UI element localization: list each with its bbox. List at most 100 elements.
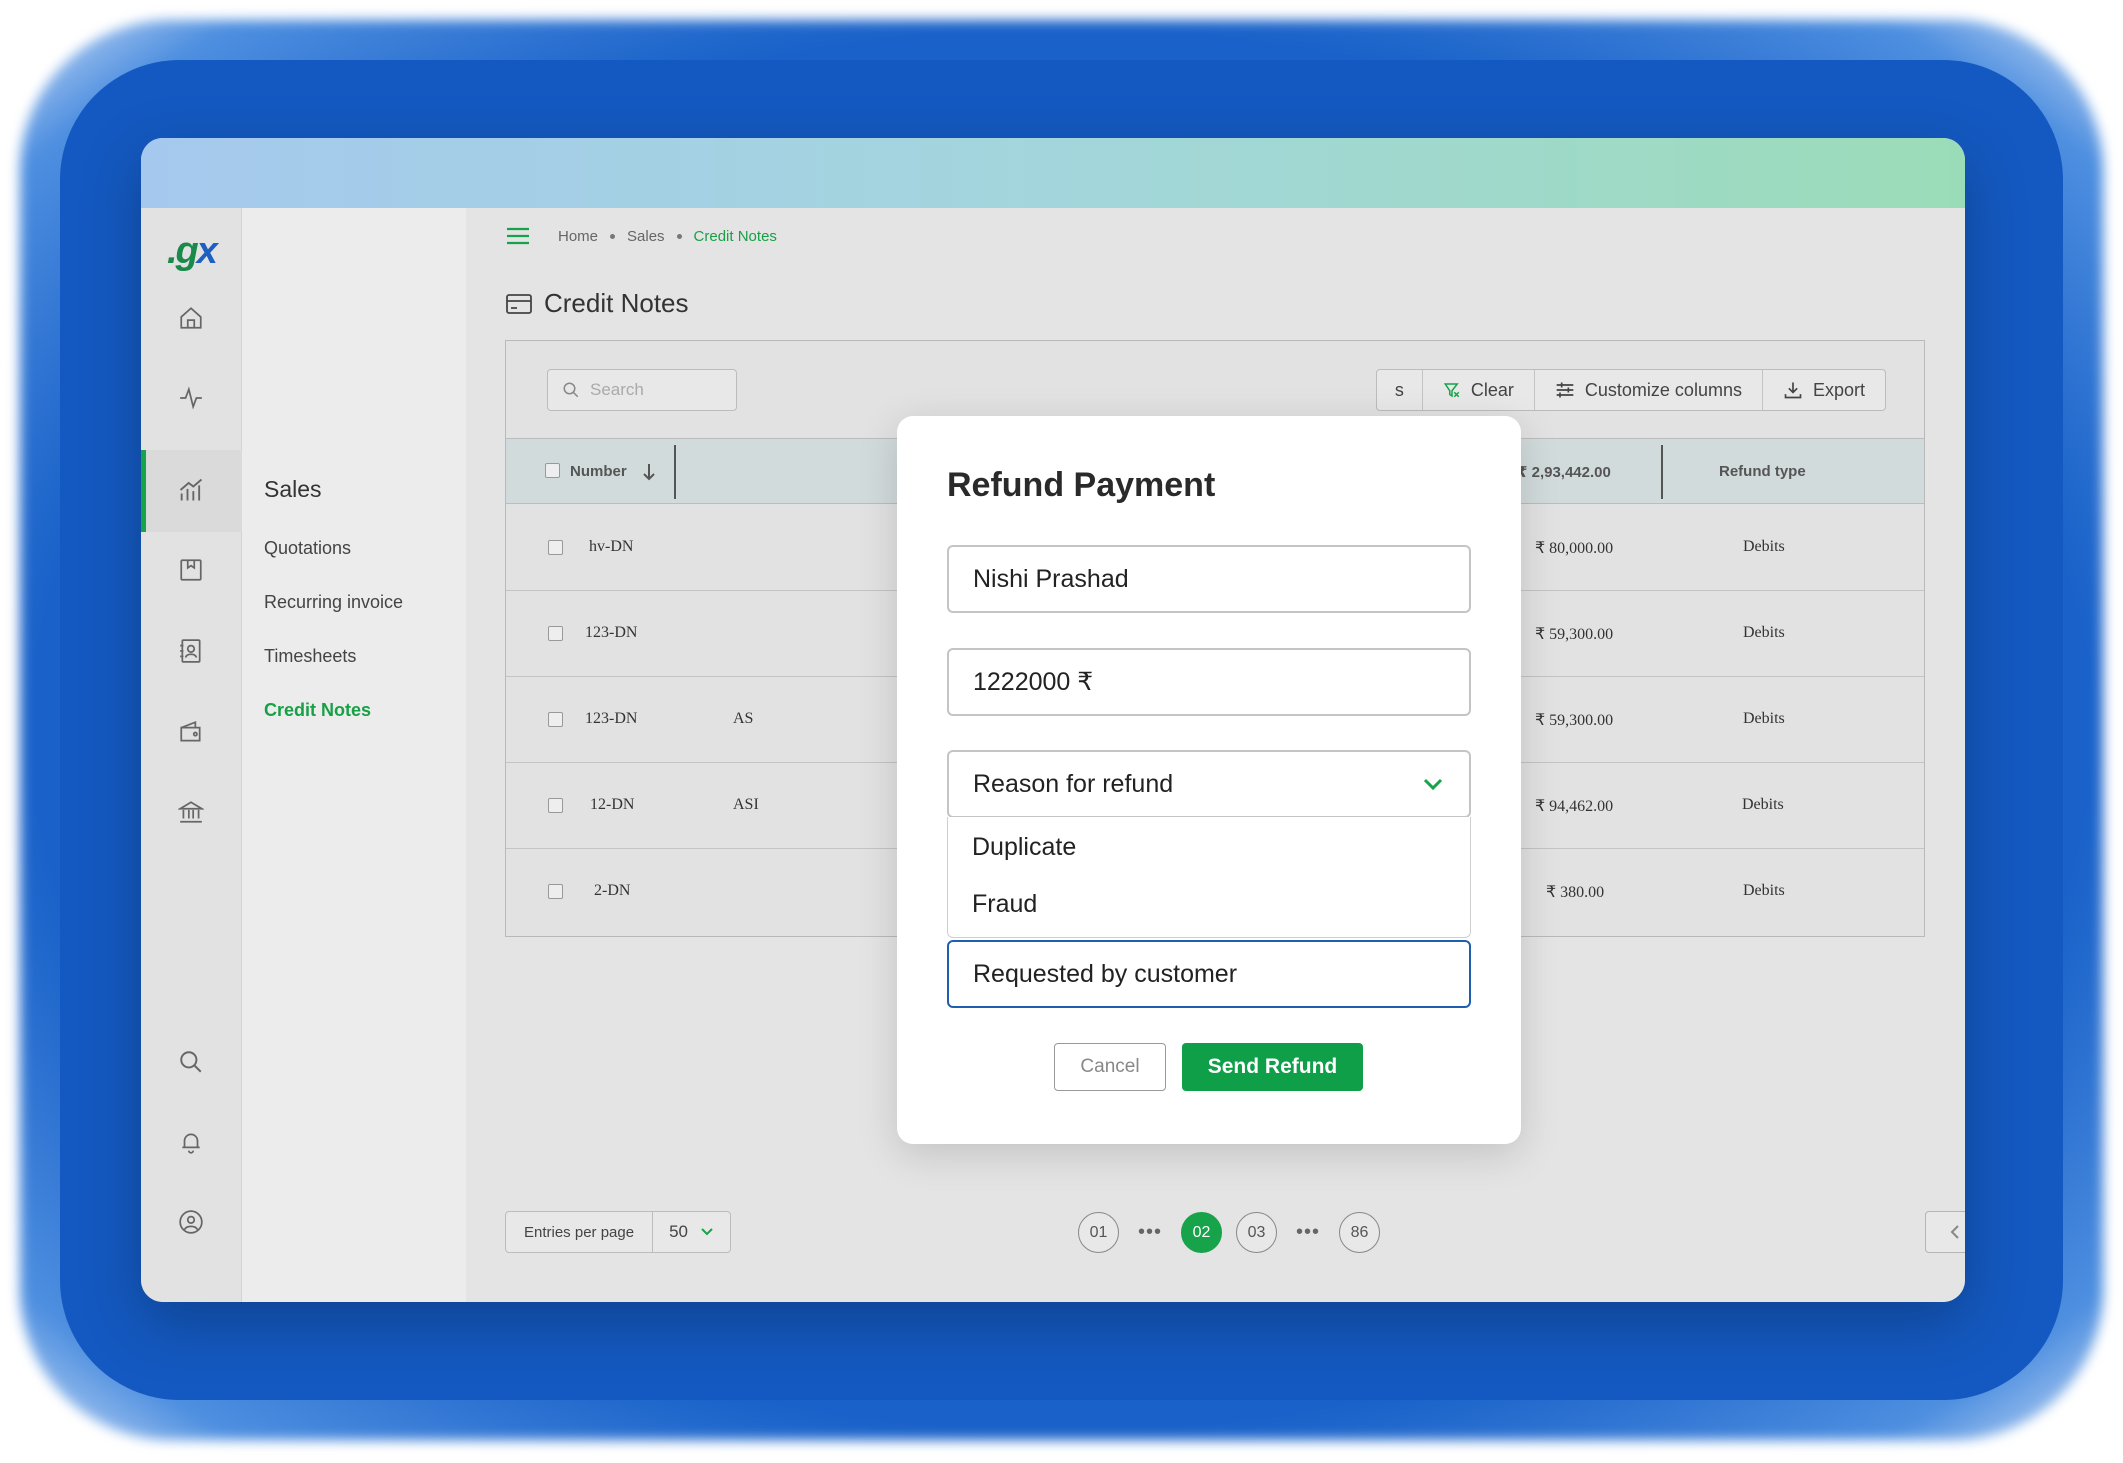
row-checkbox[interactable] <box>548 712 563 727</box>
filters-button[interactable]: s <box>1377 370 1422 410</box>
bank-icon[interactable] <box>171 792 211 832</box>
subnav-item-timesheets[interactable]: Timesheets <box>264 646 356 667</box>
page-title: Credit Notes <box>506 288 689 319</box>
page-ellipsis: ••• <box>1295 1221 1320 1243</box>
cell-number: 12-DN <box>590 796 635 813</box>
row-checkbox[interactable] <box>548 626 563 641</box>
subnav-item-credit-notes[interactable]: Credit Notes <box>264 700 371 721</box>
refund-payment-modal: Refund Payment Nishi Prashad 1222000 ₹ R… <box>897 416 1521 1144</box>
name-field[interactable]: Nishi Prashad <box>947 545 1471 613</box>
page-button-current[interactable]: 02 <box>1181 1212 1222 1253</box>
clear-filter-icon <box>1443 383 1460 398</box>
reason-dropdown: Duplicate Fraud <box>947 817 1471 938</box>
reason-placeholder: Reason for refund <box>973 769 1174 798</box>
cell-amount: ₹ 80,000.00 <box>1535 540 1614 557</box>
box-icon[interactable] <box>171 550 211 590</box>
page-title-text: Credit Notes <box>544 288 689 318</box>
column-refund-type[interactable]: Refund type <box>1719 463 1806 480</box>
page-button[interactable]: 01 <box>1078 1212 1119 1253</box>
cell-amount: ₹ 380.00 <box>1546 884 1605 901</box>
cell-refund-type: Debits <box>1742 796 1784 813</box>
cell-number: 123-DN <box>585 624 638 641</box>
send-refund-button[interactable]: Send Refund <box>1182 1043 1363 1091</box>
cell-refund-type: Debits <box>1743 882 1785 899</box>
cell-customer-partial: AS <box>733 710 754 727</box>
chevron-left-icon <box>1950 1225 1959 1239</box>
app-window: .gx Sales Quotations Recurring invoice T… <box>141 138 1965 1302</box>
bell-icon[interactable] <box>171 1122 211 1162</box>
sales-icon[interactable] <box>171 470 211 510</box>
entries-value: 50 <box>669 1222 688 1241</box>
subnav-item-quotations[interactable]: Quotations <box>264 538 351 559</box>
prev-page-button[interactable] <box>1925 1211 1965 1253</box>
amount-field[interactable]: 1222000 ₹ <box>947 648 1471 716</box>
entries-label: Entries per page <box>524 1223 635 1241</box>
select-all-checkbox[interactable] <box>545 463 560 478</box>
cell-number: 2-DN <box>594 882 631 899</box>
chevron-down-icon <box>701 1228 713 1236</box>
chevron-down-icon <box>1423 778 1443 791</box>
cell-number: hv-DN <box>589 538 634 555</box>
pagination: 01 ••• 02 03 ••• 86 <box>1078 1212 1380 1253</box>
page-ellipsis: ••• <box>1137 1221 1162 1243</box>
breadcrumb-separator <box>676 233 682 239</box>
entries-select[interactable]: 50 <box>652 1212 730 1252</box>
reason-select[interactable]: Reason for refund <box>947 750 1471 818</box>
cell-number: 123-DN <box>585 710 638 727</box>
contacts-icon[interactable] <box>171 631 211 671</box>
cell-amount: ₹ 59,300.00 <box>1535 712 1614 729</box>
profile-icon[interactable] <box>171 1202 211 1242</box>
reason-option-duplicate[interactable]: Duplicate <box>972 833 1076 862</box>
page-button[interactable]: 03 <box>1236 1212 1277 1253</box>
selected-reason: Requested by customer <box>973 959 1238 988</box>
page-button[interactable]: 86 <box>1339 1212 1380 1253</box>
clear-button[interactable]: Clear <box>1421 370 1534 410</box>
breadcrumb: Home Sales Credit Notes <box>506 226 777 246</box>
cell-amount: ₹ 94,462.00 <box>1535 798 1614 815</box>
sort-down-icon[interactable] <box>642 463 656 481</box>
credit-card-icon <box>506 293 532 314</box>
cell-refund-type: Debits <box>1743 538 1785 555</box>
search-input[interactable]: Search <box>547 369 737 411</box>
breadcrumb-credit-notes[interactable]: Credit Notes <box>694 228 777 245</box>
cell-refund-type: Debits <box>1743 710 1785 727</box>
reason-option-requested-by-customer[interactable]: Requested by customer <box>947 940 1471 1008</box>
row-checkbox[interactable] <box>548 884 563 899</box>
icon-rail: .gx <box>141 208 242 1302</box>
download-icon <box>1784 382 1802 399</box>
modal-title: Refund Payment <box>947 466 1216 504</box>
cell-amount: ₹ 59,300.00 <box>1535 626 1614 643</box>
row-checkbox[interactable] <box>548 540 563 555</box>
home-icon[interactable] <box>171 298 211 338</box>
cancel-button[interactable]: Cancel <box>1054 1043 1166 1091</box>
customize-columns-button[interactable]: Customize columns <box>1533 370 1762 410</box>
subnav-item-recurring-invoice[interactable]: Recurring invoice <box>264 592 403 613</box>
search-icon[interactable] <box>171 1042 211 1082</box>
search-placeholder: Search <box>590 380 644 399</box>
column-divider <box>674 445 676 499</box>
cell-refund-type: Debits <box>1743 624 1785 641</box>
column-total[interactable]: ₹ 2,93,442.00 <box>1517 463 1611 481</box>
sliders-icon <box>1556 382 1574 398</box>
table-toolbar: s Clear Customize columns Export <box>1375 369 1886 411</box>
menu-icon[interactable] <box>506 226 530 246</box>
subnav-title: Sales <box>264 476 322 502</box>
breadcrumb-home[interactable]: Home <box>558 228 598 245</box>
sub-navigation: Sales Quotations Recurring invoice Times… <box>242 208 466 1302</box>
name-value: Nishi Prashad <box>973 564 1129 593</box>
column-number[interactable]: Number <box>570 463 627 480</box>
row-checkbox[interactable] <box>548 798 563 813</box>
export-button[interactable]: Export <box>1761 370 1885 410</box>
column-divider <box>1661 445 1663 499</box>
cell-customer-partial: ASI <box>733 796 759 813</box>
wallet-icon[interactable] <box>171 712 211 752</box>
app-logo[interactable]: .gx <box>167 230 218 273</box>
search-icon <box>563 382 579 398</box>
breadcrumb-sales[interactable]: Sales <box>627 228 665 245</box>
breadcrumb-separator <box>610 233 616 239</box>
reason-option-fraud[interactable]: Fraud <box>972 890 1037 919</box>
activity-icon[interactable] <box>171 378 211 418</box>
entries-per-page: Entries per page 50 <box>505 1211 731 1253</box>
top-gradient-bar <box>141 138 1965 208</box>
amount-value: 1222000 ₹ <box>973 668 1094 696</box>
